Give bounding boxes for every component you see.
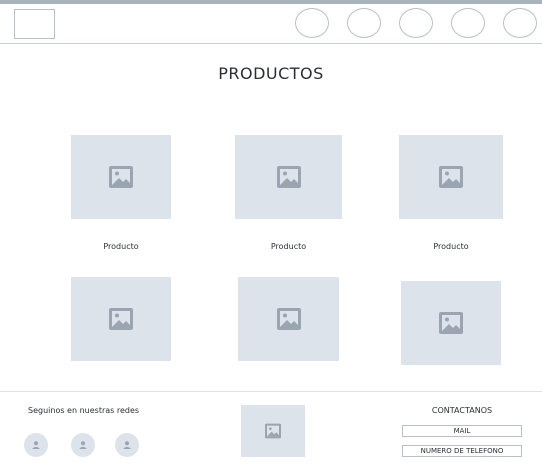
product-label-2[interactable]: Producto: [235, 242, 342, 251]
mail-field[interactable]: MAIL: [402, 425, 522, 437]
product-image-3[interactable]: [399, 135, 503, 219]
social-link-1[interactable]: [24, 433, 48, 457]
footer-image: [241, 405, 305, 457]
product-image-4[interactable]: [71, 277, 171, 361]
product-image-6[interactable]: [401, 281, 501, 365]
social-title: Seguinos en nuestras redes: [28, 406, 140, 415]
social-link-2[interactable]: [71, 433, 95, 457]
nav-item-2[interactable]: [347, 8, 381, 38]
header: [0, 4, 542, 44]
image-icon: [439, 166, 463, 188]
image-icon: [265, 423, 281, 439]
user-icon: [123, 441, 131, 449]
nav-item-3[interactable]: [399, 8, 433, 38]
logo-placeholder[interactable]: [14, 9, 55, 39]
product-image-1[interactable]: [71, 135, 171, 219]
user-icon: [32, 441, 40, 449]
image-icon: [109, 166, 133, 188]
image-icon: [439, 312, 463, 334]
phone-field[interactable]: NUMERO DE TELEFONO: [402, 445, 522, 457]
product-label-3[interactable]: Producto: [399, 242, 503, 251]
social-link-3[interactable]: [115, 433, 139, 457]
user-icon: [79, 441, 87, 449]
nav-item-4[interactable]: [451, 8, 485, 38]
page-title: PRODUCTOS: [218, 64, 324, 83]
product-label-1[interactable]: Producto: [71, 242, 171, 251]
image-icon: [109, 308, 133, 330]
product-image-2[interactable]: [235, 135, 342, 219]
nav-item-5[interactable]: [503, 8, 537, 38]
image-icon: [276, 166, 301, 188]
nav-item-1[interactable]: [295, 8, 329, 38]
image-icon: [276, 308, 301, 330]
contact-title: CONTACTANOS: [431, 406, 493, 415]
product-image-5[interactable]: [238, 277, 339, 361]
